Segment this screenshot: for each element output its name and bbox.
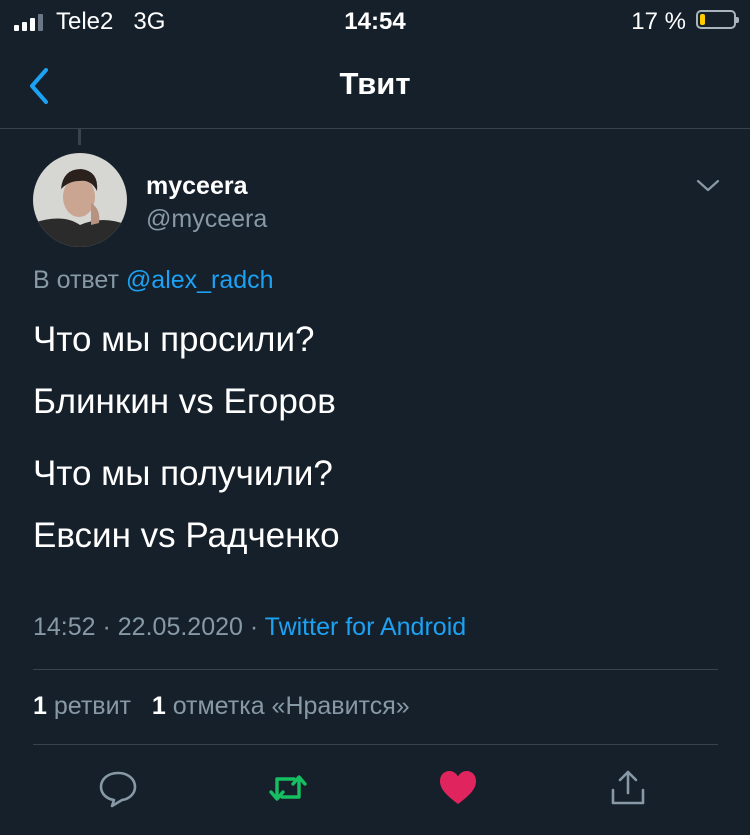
tweet-meta: 14:52 · 22.05.2020 · Twitter for Android	[33, 613, 467, 641]
retweet-count: 1	[33, 692, 47, 720]
page-title: Твит	[339, 66, 411, 101]
battery-icon	[696, 10, 739, 29]
tweet-date: 22.05.2020	[117, 613, 243, 641]
like-button[interactable]	[438, 768, 478, 808]
heart-icon	[440, 771, 476, 804]
thread-connector	[78, 129, 81, 145]
retweet-label: ретвит	[53, 692, 131, 720]
battery-percent: 17 %	[631, 8, 686, 35]
likes-stat[interactable]: 1 отметка «Нравится»	[152, 692, 410, 720]
status-bar: Tele2 3G 14:54 17 %	[0, 0, 750, 44]
retweet-icon	[269, 775, 307, 801]
tweet-source-link[interactable]: Twitter for Android	[265, 613, 466, 641]
reply-mention-link[interactable]: @alex_radch	[126, 266, 274, 294]
avatar-photo	[33, 153, 127, 247]
share-button[interactable]	[608, 768, 648, 808]
like-count: 1	[151, 692, 166, 720]
more-options-button[interactable]	[694, 172, 722, 200]
battery-level	[700, 14, 705, 25]
divider	[33, 744, 718, 745]
display-name[interactable]: myceera	[146, 172, 247, 201]
chevron-down-icon	[696, 179, 720, 192]
reply-context: В ответ @alex_radch	[33, 266, 274, 295]
reply-bubble-icon	[99, 771, 137, 808]
navigation-bar: Твит	[0, 44, 750, 129]
username[interactable]: @myceera	[146, 205, 267, 234]
tweet-text-line: Евсин vs Радченко	[33, 516, 340, 555]
divider	[33, 669, 718, 670]
tweet-time: 14:52	[33, 613, 96, 641]
tweet-text-line: Что мы получили?	[33, 454, 333, 493]
like-label: отметка «Нравится»	[172, 692, 410, 720]
retweet-button[interactable]	[268, 768, 308, 808]
share-icon	[611, 770, 645, 805]
tweet-text-line: Что мы просили?	[33, 320, 315, 359]
tweet-text-line: Блинкин vs Егоров	[33, 382, 336, 421]
avatar[interactable]	[33, 153, 127, 247]
tweet-stats: 1 ретвит 1 отметка «Нравится»	[33, 692, 410, 721]
reply-prefix: В ответ	[33, 266, 119, 294]
retweets-stat[interactable]: 1 ретвит	[33, 692, 131, 720]
reply-button[interactable]	[98, 768, 138, 808]
